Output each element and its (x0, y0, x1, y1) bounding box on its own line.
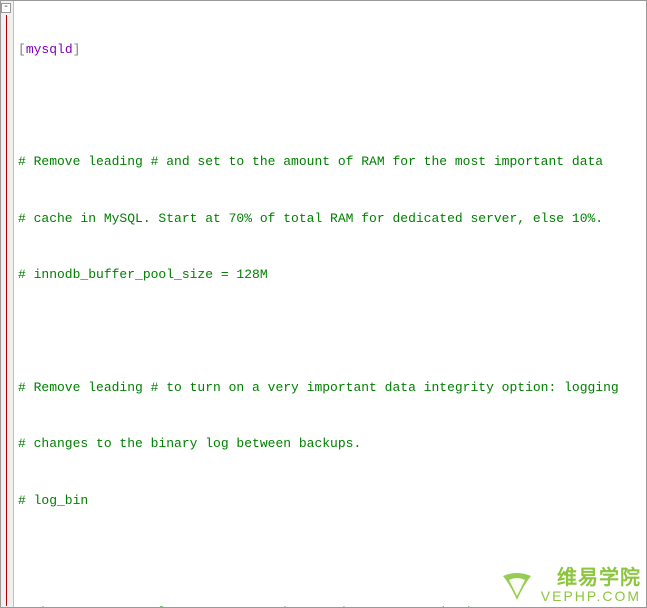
comment-line: # changes to the binary log between back… (18, 435, 647, 454)
section-header-line: [mysqld] (18, 41, 647, 60)
blank-line (18, 97, 647, 116)
code-editor: - [mysqld] # Remove leading # and set to… (0, 0, 647, 608)
comment-line: # innodb_buffer_pool_size = 128M (18, 266, 647, 285)
comment-line: # Remove leading # to turn on a very imp… (18, 379, 647, 398)
blank-line (18, 323, 647, 342)
comment-line: # These are commonly set, remove the # a… (18, 604, 647, 608)
bracket-open: [ (18, 42, 26, 57)
fold-toggle-icon[interactable]: - (1, 3, 11, 13)
fold-gutter: - (0, 0, 14, 608)
code-lines: [mysqld] # Remove leading # and set to t… (18, 0, 647, 608)
bracket-close: ] (73, 42, 81, 57)
fold-line (6, 15, 7, 606)
comment-line: # Remove leading # and set to the amount… (18, 153, 647, 172)
section-name: mysqld (26, 42, 73, 57)
blank-line (18, 548, 647, 567)
comment-line: # cache in MySQL. Start at 70% of total … (18, 210, 647, 229)
comment-line: # log_bin (18, 492, 647, 511)
